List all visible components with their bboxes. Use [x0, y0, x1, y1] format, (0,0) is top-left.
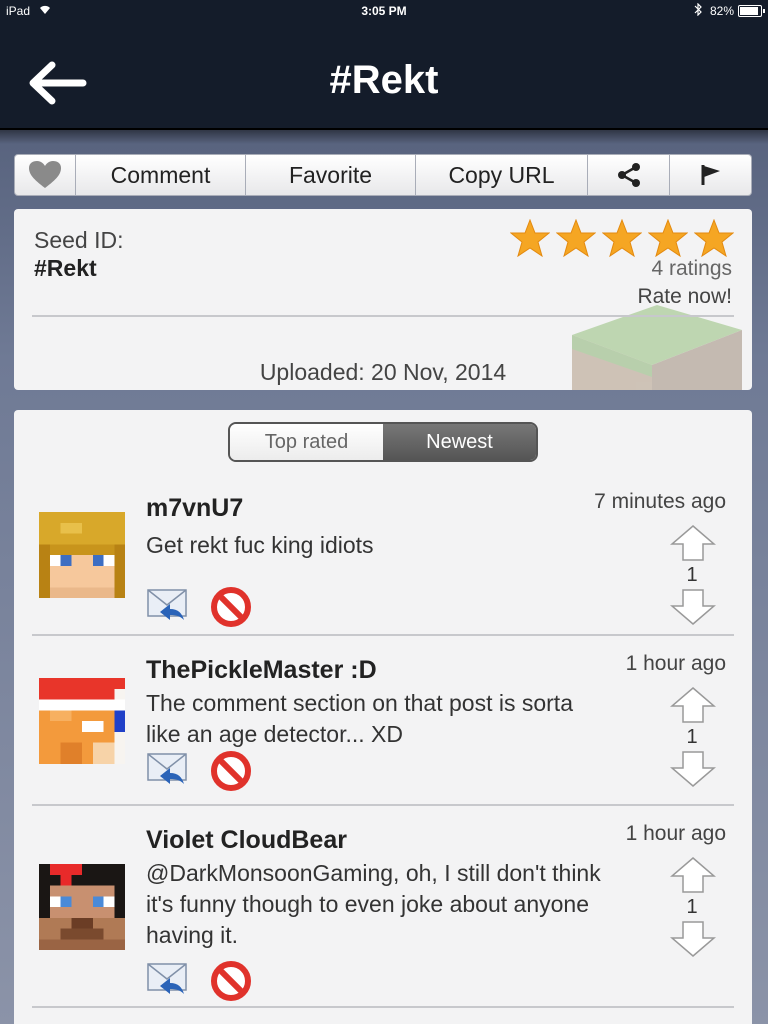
- comment-divider: [32, 634, 734, 636]
- page-title: #Rekt: [329, 58, 439, 102]
- star-icon[interactable]: [694, 219, 734, 257]
- comment-author[interactable]: m7vnU7: [146, 494, 243, 523]
- avatar: [39, 512, 125, 598]
- comment-divider: [32, 1006, 734, 1008]
- nav-shadow: [0, 130, 768, 144]
- vote-count: 1: [686, 726, 698, 748]
- rate-now-link[interactable]: Rate now!: [637, 285, 732, 309]
- downvote-arrow-icon[interactable]: [670, 920, 716, 958]
- seed-id-value: #Rekt: [34, 255, 97, 281]
- reply-mail-icon[interactable]: [146, 750, 190, 788]
- share-icon: [617, 163, 640, 187]
- star-icon[interactable]: [556, 219, 596, 257]
- like-button[interactable]: [14, 154, 76, 196]
- block-icon[interactable]: [210, 750, 252, 792]
- seed-id-label: Seed ID:: [34, 227, 124, 253]
- ratings-count: 4 ratings: [651, 257, 732, 280]
- heart-icon: [29, 161, 61, 188]
- comment-author[interactable]: Violet CloudBear: [146, 826, 347, 855]
- battery-icon: [738, 5, 765, 17]
- rating-stars[interactable]: [510, 219, 734, 257]
- sort-segmented-control: Top rated Newest: [228, 422, 538, 462]
- avatar: [39, 678, 125, 764]
- comment-text: @DarkMonsoonGaming, oh, I still don't th…: [146, 860, 601, 948]
- tab-newest[interactable]: Newest: [383, 424, 536, 460]
- star-icon[interactable]: [510, 219, 550, 257]
- tab-top-rated[interactable]: Top rated: [230, 424, 383, 460]
- bluetooth-icon: [694, 3, 702, 16]
- seed-info-panel: Seed ID: #Rekt 4 ratings Rate now! Uploa…: [14, 209, 752, 390]
- favorite-button[interactable]: Favorite: [246, 154, 416, 196]
- star-icon[interactable]: [602, 219, 642, 257]
- block-icon[interactable]: [210, 960, 252, 1002]
- status-bar: iPad 3:05 PM 82%: [0, 0, 768, 22]
- star-icon[interactable]: [648, 219, 688, 257]
- comment-time: 1 hour ago: [625, 652, 726, 675]
- comments-panel: Top rated Newest m7vnU7 Get rekt fuc kin…: [14, 410, 752, 1024]
- report-button[interactable]: [670, 154, 752, 196]
- upvote-arrow-icon[interactable]: [670, 856, 716, 894]
- status-time: 3:05 PM: [361, 4, 407, 18]
- vote-count: 1: [686, 896, 698, 918]
- comment-button[interactable]: Comment: [76, 154, 246, 196]
- navigation-bar: #Rekt: [0, 22, 768, 130]
- reply-mail-icon[interactable]: [146, 960, 190, 998]
- action-bar: Comment Favorite Copy URL: [14, 154, 752, 198]
- upvote-arrow-icon[interactable]: [670, 686, 716, 724]
- flag-icon: [701, 165, 720, 185]
- divider: [32, 315, 734, 317]
- comment-text: Get rekt fuc king idiots: [146, 532, 374, 558]
- downvote-arrow-icon[interactable]: [670, 750, 716, 788]
- copy-url-button[interactable]: Copy URL: [416, 154, 588, 196]
- comment-author[interactable]: ThePickleMaster :D: [146, 656, 377, 685]
- block-icon[interactable]: [210, 586, 252, 628]
- share-button[interactable]: [588, 154, 670, 196]
- avatar: [39, 864, 125, 950]
- upvote-arrow-icon[interactable]: [670, 524, 716, 562]
- comment-time: 1 hour ago: [625, 822, 726, 845]
- comment-text: The comment section on that post is sort…: [146, 690, 573, 747]
- downvote-arrow-icon[interactable]: [670, 588, 716, 626]
- battery-percent: 82%: [709, 4, 734, 18]
- comment-divider: [32, 804, 734, 806]
- uploaded-date: Uploaded: 20 Nov, 2014: [259, 359, 507, 385]
- comment-time: 7 minutes ago: [594, 490, 726, 513]
- vote-count: 1: [686, 564, 698, 586]
- reply-mail-icon[interactable]: [146, 586, 190, 624]
